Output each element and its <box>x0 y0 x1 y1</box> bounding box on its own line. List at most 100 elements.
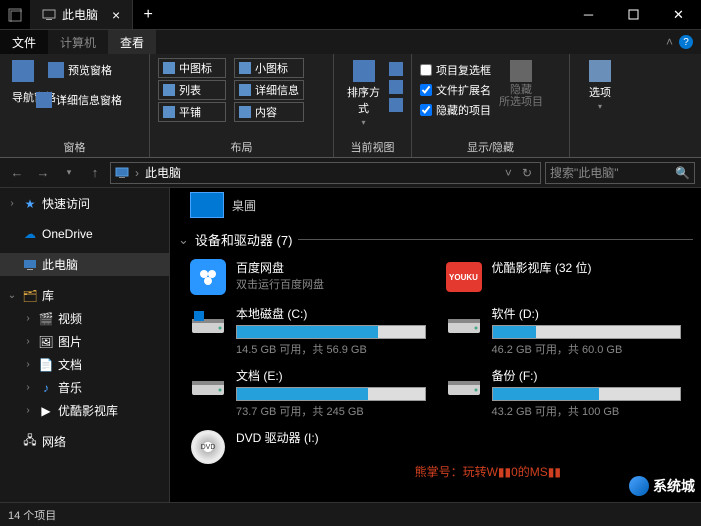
tab-computer[interactable]: 计算机 <box>48 30 108 54</box>
nav-pane-button[interactable] <box>8 58 38 84</box>
maximize-button[interactable] <box>611 0 656 29</box>
layout-list[interactable]: 列表 <box>158 80 226 100</box>
tree-videos[interactable]: ›🎬视频 <box>0 307 169 330</box>
collapse-ribbon-icon[interactable]: ˄ <box>666 35 673 49</box>
item-count: 14 个项目 <box>8 507 56 523</box>
pictures-icon: 🖼 <box>38 334 54 350</box>
item-checkboxes-toggle[interactable]: 项目复选框 <box>420 62 491 78</box>
back-button[interactable]: ← <box>6 162 28 184</box>
file-extensions-toggle[interactable]: 文件扩展名 <box>420 82 491 98</box>
layout-tiles[interactable]: 平铺 <box>158 102 226 122</box>
drive-item[interactable]: DVD DVD 驱动器 (I:) <box>190 429 426 465</box>
close-button[interactable]: ✕ <box>656 0 701 29</box>
tree-youku[interactable]: ›▶优酷影视库 <box>0 399 169 422</box>
minimize-button[interactable]: ─ <box>566 0 611 29</box>
star-icon: ★ <box>22 196 38 212</box>
panes-group-label: 窗格 <box>8 137 141 155</box>
preview-pane-button[interactable]: 预览窗格 <box>44 60 116 80</box>
current-view-group-label: 当前视图 <box>342 137 403 155</box>
drive-item[interactable]: 备份 (F:)43.2 GB 可用，共 100 GB <box>446 367 682 419</box>
layout-group-label: 布局 <box>158 137 325 155</box>
tree-quick-access[interactable]: ›★快速访问 <box>0 192 169 215</box>
details-icon <box>239 84 251 96</box>
close-tab-icon[interactable]: × <box>112 7 120 23</box>
details-pane-button[interactable]: 详细信息窗格 <box>32 90 126 110</box>
hide-icon <box>510 60 532 82</box>
drive-icon <box>190 367 226 403</box>
drive-item[interactable]: 文档 (E:) 73.7 GB 可用，共 245 GB <box>190 367 426 419</box>
ribbon: 预览窗格 导航窗格▾ 详细信息窗格 窗格 中图标 小图标 列表 详细信息 平铺 … <box>0 54 701 158</box>
address-dropdown-icon[interactable]: ˅ <box>505 166 512 180</box>
drive-item[interactable]: 软件 (D:)46.2 GB 可用，共 60.0 GB <box>446 305 682 357</box>
drive-usage-bar <box>492 325 682 339</box>
red-banner-text: 熊掌号：玩转W▮▮0的MS▮▮ <box>415 463 561 480</box>
address-text: 此电脑 <box>145 164 181 181</box>
search-field[interactable]: 搜索"此电脑" 🔍 <box>545 162 695 184</box>
recent-button[interactable]: ▾ <box>58 162 80 184</box>
cloud-icon: ☁ <box>22 226 38 242</box>
drive-icon: YOUKU <box>446 259 482 295</box>
tree-libraries[interactable]: ⌄🗂库 <box>0 284 169 307</box>
options-icon <box>589 60 611 82</box>
drive-name: 文档 (E:) <box>236 367 426 384</box>
tree-pictures[interactable]: ›🖼图片 <box>0 330 169 353</box>
window-tab[interactable]: 此电脑 × <box>30 0 133 29</box>
up-button[interactable]: ↑ <box>84 162 106 184</box>
options-button[interactable]: 选项 ▾ <box>585 58 615 113</box>
drive-icon: DVD <box>190 429 226 465</box>
showhide-group-label: 显示/隐藏 <box>420 137 561 155</box>
help-icon[interactable]: ? <box>679 35 693 49</box>
group-by-icon[interactable] <box>389 62 403 76</box>
new-tab-button[interactable]: + <box>133 0 163 29</box>
hidden-items-toggle[interactable]: 隐藏的项目 <box>420 102 491 118</box>
navigation-tree: ›★快速访问 ☁OneDrive 此电脑 ⌄🗂库 ›🎬视频 ›🖼图片 ›📄文档 … <box>0 188 170 502</box>
tiles-icon <box>163 106 175 118</box>
search-icon: 🔍 <box>675 166 690 180</box>
tree-onedrive[interactable]: ☁OneDrive <box>0 223 169 245</box>
tree-this-pc[interactable]: 此电脑 <box>0 253 169 276</box>
documents-icon: 📄 <box>38 357 54 373</box>
address-field[interactable]: › 此电脑 ˅ ↻ <box>110 162 541 184</box>
libraries-icon: 🗂 <box>22 288 38 304</box>
drive-usage-bar <box>492 387 682 401</box>
network-icon: 🖧 <box>22 434 38 450</box>
add-columns-icon[interactable] <box>389 80 403 94</box>
layout-details[interactable]: 详细信息 <box>234 80 304 100</box>
small-icons-icon <box>239 62 251 74</box>
forward-button[interactable]: → <box>32 162 54 184</box>
desktop-folder-icon[interactable] <box>190 192 224 218</box>
details-pane-icon <box>36 92 52 108</box>
drive-subtitle: 73.7 GB 可用，共 245 GB <box>236 403 426 419</box>
drive-item[interactable]: 百度网盘双击运行百度网盘 <box>190 259 426 295</box>
drive-icon <box>446 305 482 341</box>
pc-icon <box>42 9 56 21</box>
content-area: 臬圃 ⌄ 设备和驱动器 (7) 百度网盘双击运行百度网盘YOUKU优酷影视库 (… <box>170 188 701 502</box>
content-icon <box>239 106 251 118</box>
pc-icon <box>22 257 38 273</box>
preview-pane-icon <box>48 62 64 78</box>
tree-music[interactable]: ›♪音乐 <box>0 376 169 399</box>
tree-network[interactable]: 🖧网络 <box>0 430 169 453</box>
drive-subtitle: 46.2 GB 可用，共 60.0 GB <box>492 341 682 357</box>
devices-section-header[interactable]: ⌄ 设备和驱动器 (7) <box>178 222 693 255</box>
drive-name: 备份 (F:) <box>492 367 682 384</box>
drive-item[interactable]: YOUKU优酷影视库 (32 位) <box>446 259 682 295</box>
tree-documents[interactable]: ›📄文档 <box>0 353 169 376</box>
drive-item[interactable]: 本地磁盘 (C:) 14.5 GB 可用，共 56.9 GB <box>190 305 426 357</box>
drive-subtitle: 14.5 GB 可用，共 56.9 GB <box>236 341 426 357</box>
search-placeholder: 搜索"此电脑" <box>550 164 619 181</box>
app-icon <box>0 0 30 29</box>
tab-file[interactable]: 文件 <box>0 30 48 54</box>
layout-medium-icons[interactable]: 中图标 <box>158 58 226 78</box>
drive-name: DVD 驱动器 (I:) <box>236 429 426 446</box>
hide-selected-button[interactable]: 隐藏 所选项目 <box>495 58 547 110</box>
layout-small-icons[interactable]: 小图标 <box>234 58 304 78</box>
tab-view[interactable]: 查看 <box>108 30 156 54</box>
drive-name: 本地磁盘 (C:) <box>236 305 426 322</box>
status-bar: 14 个项目 <box>0 502 701 526</box>
sort-button[interactable]: 排序方式 ▾ <box>342 58 385 129</box>
size-columns-icon[interactable] <box>389 98 403 112</box>
refresh-button[interactable]: ↻ <box>518 166 536 180</box>
drive-icon <box>190 305 226 341</box>
layout-content[interactable]: 内容 <box>234 102 304 122</box>
